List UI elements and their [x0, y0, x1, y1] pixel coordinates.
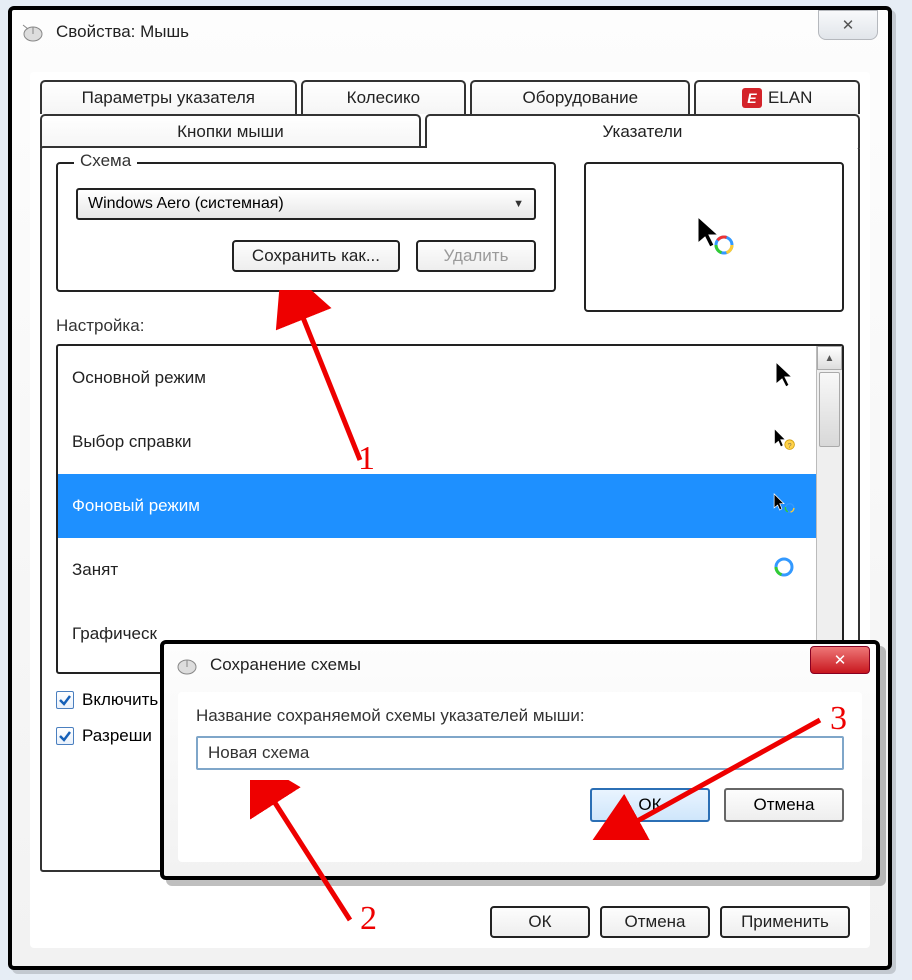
elan-icon: E: [742, 88, 762, 108]
cursor-arrow-icon: [766, 360, 802, 395]
save-scheme-dialog: Сохранение схемы ✕ Название сохраняемой …: [160, 640, 880, 880]
checkbox-icon: [56, 727, 74, 745]
mouse-icon: [174, 654, 200, 676]
tab-wheel[interactable]: Колесико: [301, 80, 467, 114]
close-icon: ✕: [842, 16, 855, 34]
settings-label: Настройка:: [56, 316, 844, 336]
save-as-button[interactable]: Сохранить как...: [232, 240, 400, 272]
scheme-groupbox: Схема Windows Aero (системная) ▼ Сохрани…: [56, 162, 556, 292]
cursor-list: Основной режим Выбор справки ? Фоновый р…: [56, 344, 844, 674]
tab-pointer-params[interactable]: Параметры указателя: [40, 80, 297, 114]
window-title: Свойства: Мышь: [56, 22, 189, 42]
titlebar: Свойства: Мышь ✕: [12, 10, 888, 54]
ok-button[interactable]: ОК: [490, 906, 590, 938]
checkbox-icon: [56, 691, 74, 709]
cursor-arrow-busy-icon: [766, 488, 802, 523]
tab-row-bottom: Кнопки мыши Указатели: [40, 114, 860, 148]
cancel-button[interactable]: Отмена: [600, 906, 710, 938]
sub-ok-button[interactable]: ОК: [590, 788, 710, 822]
tab-pointers-active[interactable]: Указатели: [425, 114, 860, 148]
list-item[interactable]: Основной режим: [58, 346, 816, 410]
scroll-thumb[interactable]: [819, 372, 840, 447]
svg-text:?: ?: [788, 441, 792, 450]
sub-label: Название сохраняемой схемы указателей мы…: [196, 706, 844, 726]
tab-hardware[interactable]: Оборудование: [470, 80, 690, 114]
tab-row-top: Параметры указателя Колесико Оборудовани…: [40, 80, 860, 114]
cursor-arrow-busy-icon: [692, 213, 736, 261]
scheme-combobox[interactable]: Windows Aero (системная) ▼: [76, 188, 536, 220]
list-item[interactable]: Выбор справки ?: [58, 410, 816, 474]
sub-cancel-button[interactable]: Отмена: [724, 788, 844, 822]
cursor-preview: [584, 162, 844, 312]
sub-close-button[interactable]: ✕: [810, 646, 870, 674]
mouse-icon: [20, 21, 46, 43]
cursor-help-icon: ?: [766, 424, 802, 459]
sub-title: Сохранение схемы: [210, 655, 361, 675]
chevron-down-icon: ▼: [513, 198, 524, 210]
sub-body: Название сохраняемой схемы указателей мы…: [178, 692, 862, 862]
cursor-busy-icon: [766, 552, 802, 587]
tab-elan[interactable]: E ELAN: [694, 80, 860, 114]
tab-buttons[interactable]: Кнопки мыши: [40, 114, 421, 148]
delete-button: Удалить: [416, 240, 536, 272]
list-item[interactable]: Занят: [58, 538, 816, 602]
list-item-selected[interactable]: Фоновый режим: [58, 474, 816, 538]
apply-button[interactable]: Применить: [720, 906, 850, 938]
list-scrollbar[interactable]: ▲ ▼: [816, 346, 842, 672]
sub-titlebar: Сохранение схемы ✕: [164, 644, 876, 686]
scheme-name-input[interactable]: [196, 736, 844, 770]
scheme-selected-value: Windows Aero (системная): [88, 195, 284, 213]
close-icon: ✕: [834, 651, 847, 669]
scroll-up-button[interactable]: ▲: [817, 346, 842, 370]
scheme-group-label: Схема: [74, 151, 137, 171]
window-close-button[interactable]: ✕: [818, 10, 878, 40]
dialog-button-bar: ОК Отмена Применить: [490, 906, 850, 938]
